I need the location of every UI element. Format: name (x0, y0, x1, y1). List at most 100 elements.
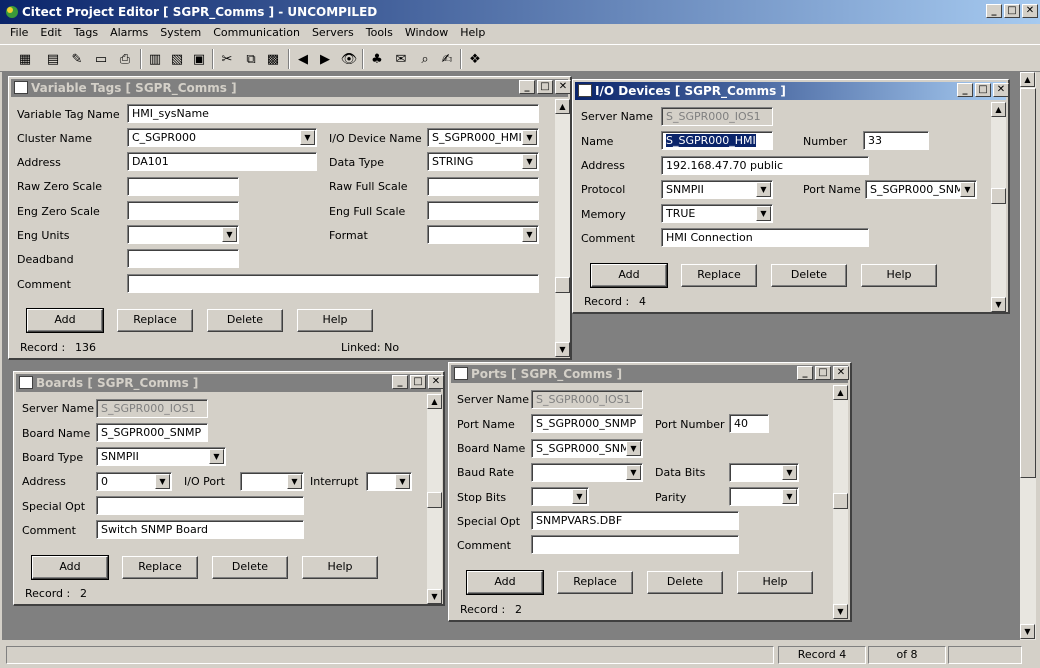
edit-icon[interactable]: ✎ (66, 48, 88, 70)
comment-field[interactable] (531, 535, 739, 554)
stop-bits-combo[interactable]: ▼ (531, 487, 589, 506)
raw-zero-field[interactable] (127, 177, 239, 196)
memory-combo[interactable]: TRUE ▼ (661, 204, 773, 223)
menu-alarms[interactable]: Alarms (104, 24, 154, 42)
address-field[interactable]: DA101 (127, 152, 317, 171)
replace-button[interactable]: Replace (557, 571, 633, 594)
parity-combo[interactable]: ▼ (729, 487, 799, 506)
chevron-down-icon[interactable]: ▼ (782, 489, 797, 504)
scroll-thumb[interactable] (833, 493, 848, 509)
paste-icon[interactable]: ▩ (262, 48, 284, 70)
back-icon[interactable]: ◀ (292, 48, 314, 70)
close-button[interactable]: ✕ (833, 366, 849, 380)
scroll-down-icon[interactable]: ▼ (833, 604, 848, 619)
print-icon[interactable]: ⎙ (114, 48, 136, 70)
scroll-thumb[interactable] (1020, 88, 1036, 478)
raw-full-field[interactable] (427, 177, 539, 196)
port-name-field[interactable]: S_SGPR000_SNMP (531, 414, 643, 433)
app-minimize-button[interactable]: _ (986, 4, 1002, 18)
menu-help[interactable]: Help (454, 24, 491, 42)
scroll-up-icon[interactable]: ▲ (555, 99, 570, 114)
add-button[interactable]: Add (590, 263, 668, 288)
scroll-down-icon[interactable]: ▼ (427, 589, 442, 604)
port-name-combo[interactable]: S_SGPR000_SNMP ▼ (865, 180, 977, 199)
add-button[interactable]: Add (26, 308, 104, 333)
help-button[interactable]: Help (737, 571, 813, 594)
scroll-thumb[interactable] (427, 492, 442, 508)
boards-titlebar[interactable]: Boards [ SGPR_Comms ] _ □ ✕ (16, 374, 444, 392)
scroll-down-icon[interactable]: ▼ (1020, 624, 1035, 639)
menu-communication[interactable]: Communication (207, 24, 306, 42)
scroll-up-icon[interactable]: ▲ (991, 102, 1006, 117)
board-name-combo[interactable]: S_SGPR000_SNMP ▼ (531, 439, 643, 458)
board-type-combo[interactable]: SNMPII ▼ (96, 447, 226, 466)
view-icon[interactable]: 👁 (338, 48, 360, 70)
app-maximize-button[interactable]: □ (1004, 4, 1020, 18)
variable-tags-titlebar[interactable]: Variable Tags [ SGPR_Comms ] _ □ ✕ (11, 79, 571, 97)
copy-icon[interactable]: ⧉ (240, 48, 262, 70)
chevron-down-icon[interactable]: ▼ (209, 449, 224, 464)
chevron-down-icon[interactable]: ▼ (572, 489, 587, 504)
minimize-button[interactable]: _ (392, 375, 408, 389)
data-bits-combo[interactable]: ▼ (729, 463, 799, 482)
tag-name-field[interactable]: HMI_sysName (127, 104, 539, 123)
menu-file[interactable]: File (4, 24, 34, 42)
document-icon[interactable]: ▭ (90, 48, 112, 70)
scroll-up-icon[interactable]: ▲ (1020, 72, 1035, 87)
scroll-down-icon[interactable]: ▼ (555, 342, 570, 357)
chevron-down-icon[interactable]: ▼ (756, 182, 771, 197)
name-field[interactable]: S_SGPR000_HMI (661, 131, 773, 150)
comment-field[interactable]: HMI Connection (661, 228, 869, 247)
forward-icon[interactable]: ▶ (314, 48, 336, 70)
chevron-down-icon[interactable]: ▼ (960, 182, 975, 197)
comment-field[interactable]: Switch SNMP Board (96, 520, 304, 539)
interrupt-combo[interactable]: ▼ (366, 472, 412, 491)
chevron-down-icon[interactable]: ▼ (300, 130, 315, 145)
maximize-button[interactable]: □ (537, 80, 553, 94)
maximize-button[interactable]: □ (410, 375, 426, 389)
baud-rate-combo[interactable]: ▼ (531, 463, 643, 482)
special-opt-field[interactable] (96, 496, 304, 515)
window-scrollbar[interactable]: ▲ ▼ (555, 99, 570, 357)
tree-icon[interactable]: ♣ (366, 48, 388, 70)
port-number-field[interactable]: 40 (729, 414, 769, 433)
address-field[interactable]: 192.168.47.70 public (661, 156, 869, 175)
deadband-field[interactable] (127, 249, 239, 268)
special-opt-field[interactable]: SNMPVARS.DBF (531, 511, 739, 530)
maximize-button[interactable]: □ (815, 366, 831, 380)
replace-button[interactable]: Replace (681, 264, 757, 287)
comment-field[interactable] (127, 274, 539, 293)
find-icon[interactable]: ⌕ (414, 48, 436, 70)
menu-edit[interactable]: Edit (34, 24, 67, 42)
window-scrollbar[interactable]: ▲ ▼ (991, 102, 1006, 312)
help-button[interactable]: Help (297, 309, 373, 332)
split-icon[interactable]: ▧ (166, 48, 188, 70)
cluster-name-combo[interactable]: C_SGPR000 ▼ (127, 128, 317, 147)
app-title-bar[interactable]: Citect Project Editor [ SGPR_Comms ] - U… (0, 0, 1040, 24)
chevron-down-icon[interactable]: ▼ (522, 227, 537, 242)
data-type-combo[interactable]: STRING ▼ (427, 152, 539, 171)
menu-tools[interactable]: Tools (360, 24, 399, 42)
delete-button[interactable]: Delete (647, 571, 723, 594)
minimize-button[interactable]: _ (519, 80, 535, 94)
close-button[interactable]: ✕ (555, 80, 571, 94)
number-field[interactable]: 33 (863, 131, 929, 150)
chevron-down-icon[interactable]: ▼ (626, 441, 641, 456)
replace-button[interactable]: Replace (117, 309, 193, 332)
comment-icon[interactable]: ✉ (390, 48, 412, 70)
scroll-thumb[interactable] (991, 188, 1006, 204)
menu-servers[interactable]: Servers (306, 24, 360, 42)
chevron-down-icon[interactable]: ▼ (155, 474, 170, 489)
scroll-down-icon[interactable]: ▼ (991, 297, 1006, 312)
delete-button[interactable]: Delete (212, 556, 288, 579)
chevron-down-icon[interactable]: ▼ (626, 465, 641, 480)
app-close-button[interactable]: ✕ (1022, 4, 1038, 18)
tag-list-icon[interactable]: ▦ (14, 48, 36, 70)
chevron-down-icon[interactable]: ▼ (522, 154, 537, 169)
maximize-button[interactable]: □ (975, 83, 991, 97)
minimize-button[interactable]: _ (797, 366, 813, 380)
board-name-field[interactable]: S_SGPR000_SNMP (96, 423, 208, 442)
chevron-down-icon[interactable]: ▼ (782, 465, 797, 480)
help-book-icon[interactable]: ❖ (464, 48, 486, 70)
chevron-down-icon[interactable]: ▼ (287, 474, 302, 489)
